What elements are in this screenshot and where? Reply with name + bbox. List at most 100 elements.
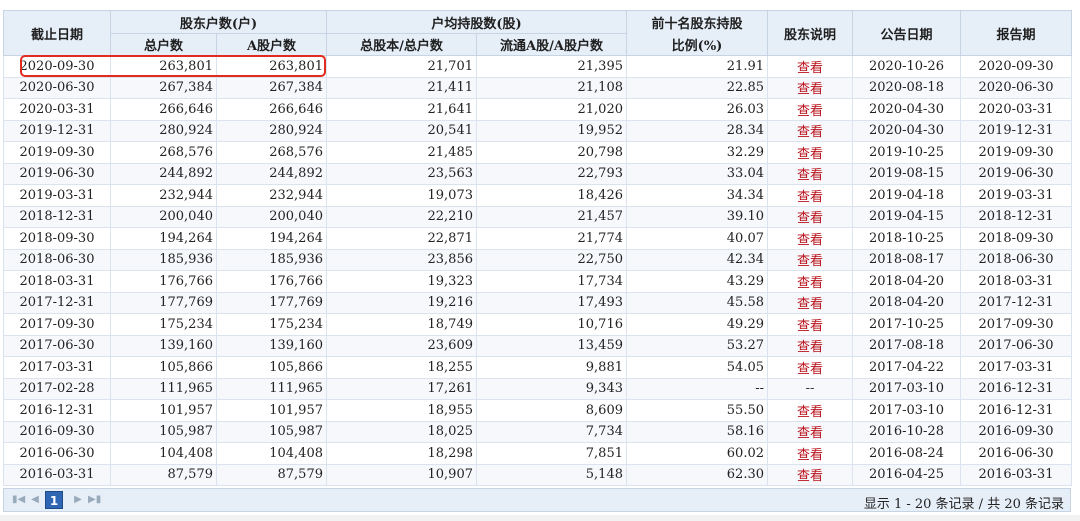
- cell-total-holders: 232,944: [110, 184, 217, 207]
- cell-desc-link[interactable]: 查看: [767, 356, 853, 379]
- table-row: 2018-09-30 194,264 194,264 22,871 21,774 40.0…: [3, 227, 1072, 250]
- first-page-icon[interactable]: ▮◀: [12, 494, 25, 506]
- table-row: 2020-09-30 263,801 263,801 21,701 21,395 21.9…: [3, 55, 1072, 78]
- cell-a-holders: 267,384: [216, 76, 327, 99]
- cell-desc-link[interactable]: 查看: [767, 334, 853, 357]
- cell-report-period: 2019-06-30: [960, 162, 1072, 185]
- cell-avg-total: 19,323: [326, 270, 477, 293]
- cell-avg-total: 23,609: [326, 334, 477, 357]
- cell-a-holders: 87,579: [216, 463, 327, 486]
- cell-avg-total: 22,210: [326, 205, 477, 228]
- cell-desc-link[interactable]: 查看: [767, 119, 853, 142]
- cell-a-holders: 266,646: [216, 98, 327, 121]
- cell-total-holders: 177,769: [110, 291, 217, 314]
- cell-desc-link[interactable]: 查看: [767, 55, 853, 78]
- cell-announce-date: 2019-04-18: [852, 184, 961, 207]
- col-header-top10[interactable]: 前十名股东持股 比例(%): [626, 10, 768, 56]
- cell-date: 2020-03-31: [3, 98, 111, 121]
- cell-report-period: 2020-06-30: [960, 76, 1072, 99]
- cell-report-period: 2018-12-31: [960, 205, 1072, 228]
- cell-desc-link[interactable]: 查看: [767, 420, 853, 443]
- cell-report-period: 2018-09-30: [960, 227, 1072, 250]
- cell-desc-link[interactable]: 查看: [767, 162, 853, 185]
- page-number-button[interactable]: 1: [45, 491, 63, 509]
- cell-top10-pct: 26.03: [626, 98, 768, 121]
- cell-top10-pct: 22.85: [626, 76, 768, 99]
- cell-avg-float: 9,343: [476, 377, 627, 400]
- table-row: 2020-06-30 267,384 267,384 21,411 21,108 22.8…: [3, 76, 1072, 99]
- cell-announce-date: 2017-08-18: [852, 334, 961, 357]
- cell-a-holders: 105,866: [216, 356, 327, 379]
- table-body: 2020-09-30 263,801 263,801 21,701 21,395 21.9…: [3, 55, 1072, 486]
- cell-desc-link[interactable]: 查看: [767, 291, 853, 314]
- cell-avg-float: 5,148: [476, 463, 627, 486]
- cell-announce-date: 2019-10-25: [852, 141, 961, 164]
- cell-announce-date: 2017-04-22: [852, 356, 961, 379]
- cell-date: 2017-03-31: [3, 356, 111, 379]
- cell-avg-float: 21,108: [476, 76, 627, 99]
- cell-a-holders: 177,769: [216, 291, 327, 314]
- cell-announce-date: 2020-04-30: [852, 98, 961, 121]
- cell-desc-link[interactable]: 查看: [767, 76, 853, 99]
- cell-total-holders: 105,866: [110, 356, 217, 379]
- table-row: 2017-03-31 105,866 105,866 18,255 9,881 54.05…: [3, 356, 1072, 379]
- table-row: 2018-12-31 200,040 200,040 22,210 21,457 39.1…: [3, 205, 1072, 228]
- cell-top10-pct: 55.50: [626, 399, 768, 422]
- col-header-avg-total[interactable]: 总股本/总户数: [326, 33, 477, 56]
- record-count-info: 显示 1 - 20 条记录 / 共 20 条记录: [863, 497, 1064, 512]
- cell-desc-link[interactable]: 查看: [767, 141, 853, 164]
- cell-desc-link[interactable]: 查看: [767, 98, 853, 121]
- col-header-date[interactable]: 截止日期: [3, 10, 111, 56]
- cell-desc-link[interactable]: 查看: [767, 248, 853, 271]
- prev-page-icon[interactable]: ◀: [29, 494, 41, 506]
- last-page-icon[interactable]: ▶▮: [88, 494, 101, 506]
- cell-report-period: 2020-09-30: [960, 55, 1072, 78]
- cell-total-holders: 111,965: [110, 377, 217, 400]
- col-header-total-holders[interactable]: 总户数: [110, 33, 217, 56]
- cell-a-holders: 232,944: [216, 184, 327, 207]
- cell-desc-link[interactable]: 查看: [767, 184, 853, 207]
- cell-avg-float: 13,459: [476, 334, 627, 357]
- cell-date: 2018-03-31: [3, 270, 111, 293]
- cell-report-period: 2017-06-30: [960, 334, 1072, 357]
- col-header-avg-float[interactable]: 流通A股/A股户数: [476, 33, 627, 56]
- cell-date: 2017-02-28: [3, 377, 111, 400]
- next-page-icon[interactable]: ▶: [72, 494, 84, 506]
- cell-avg-float: 21,020: [476, 98, 627, 121]
- cell-desc-link[interactable]: 查看: [767, 227, 853, 250]
- cell-total-holders: 139,160: [110, 334, 217, 357]
- cell-desc-link[interactable]: 查看: [767, 205, 853, 228]
- cell-avg-float: 21,457: [476, 205, 627, 228]
- cell-top10-pct: 49.29: [626, 313, 768, 336]
- cell-top10-pct: 43.29: [626, 270, 768, 293]
- cell-date: 2018-12-31: [3, 205, 111, 228]
- cell-report-period: 2016-06-30: [960, 442, 1072, 465]
- col-header-a-holders[interactable]: A股户数: [216, 33, 327, 56]
- cell-report-period: 2019-09-30: [960, 141, 1072, 164]
- table-row: 2019-03-31 232,944 232,944 19,073 18,426 34.3…: [3, 184, 1072, 207]
- cell-report-period: 2019-12-31: [960, 119, 1072, 142]
- cell-avg-total: 18,749: [326, 313, 477, 336]
- cell-desc-link[interactable]: 查看: [767, 463, 853, 486]
- table-row: 2016-12-31 101,957 101,957 18,955 8,609 55.50…: [3, 399, 1072, 422]
- cell-top10-pct: 42.34: [626, 248, 768, 271]
- cell-report-period: 2018-03-31: [960, 270, 1072, 293]
- cell-desc-link[interactable]: 查看: [767, 442, 853, 465]
- cell-desc-link[interactable]: 查看: [767, 399, 853, 422]
- cell-desc-link[interactable]: 查看: [767, 270, 853, 293]
- cell-a-holders: 101,957: [216, 399, 327, 422]
- col-header-report[interactable]: 报告期: [960, 10, 1072, 56]
- cell-a-holders: 139,160: [216, 334, 327, 357]
- cell-avg-float: 22,750: [476, 248, 627, 271]
- cell-total-holders: 175,234: [110, 313, 217, 336]
- pagination-bar: ▮◀ ◀ 1 ▶ ▶▮ 显示 1 - 20 条记录 / 共 20 条记录: [3, 488, 1071, 512]
- table-row: 2017-06-30 139,160 139,160 23,609 13,459 53.2…: [3, 334, 1072, 357]
- cell-a-holders: 280,924: [216, 119, 327, 142]
- cell-avg-float: 8,609: [476, 399, 627, 422]
- cell-a-holders: 268,576: [216, 141, 327, 164]
- cell-announce-date: 2018-04-20: [852, 291, 961, 314]
- cell-avg-total: 17,261: [326, 377, 477, 400]
- cell-desc-link[interactable]: 查看: [767, 313, 853, 336]
- col-header-announce[interactable]: 公告日期: [852, 10, 961, 56]
- cell-announce-date: 2017-03-10: [852, 377, 961, 400]
